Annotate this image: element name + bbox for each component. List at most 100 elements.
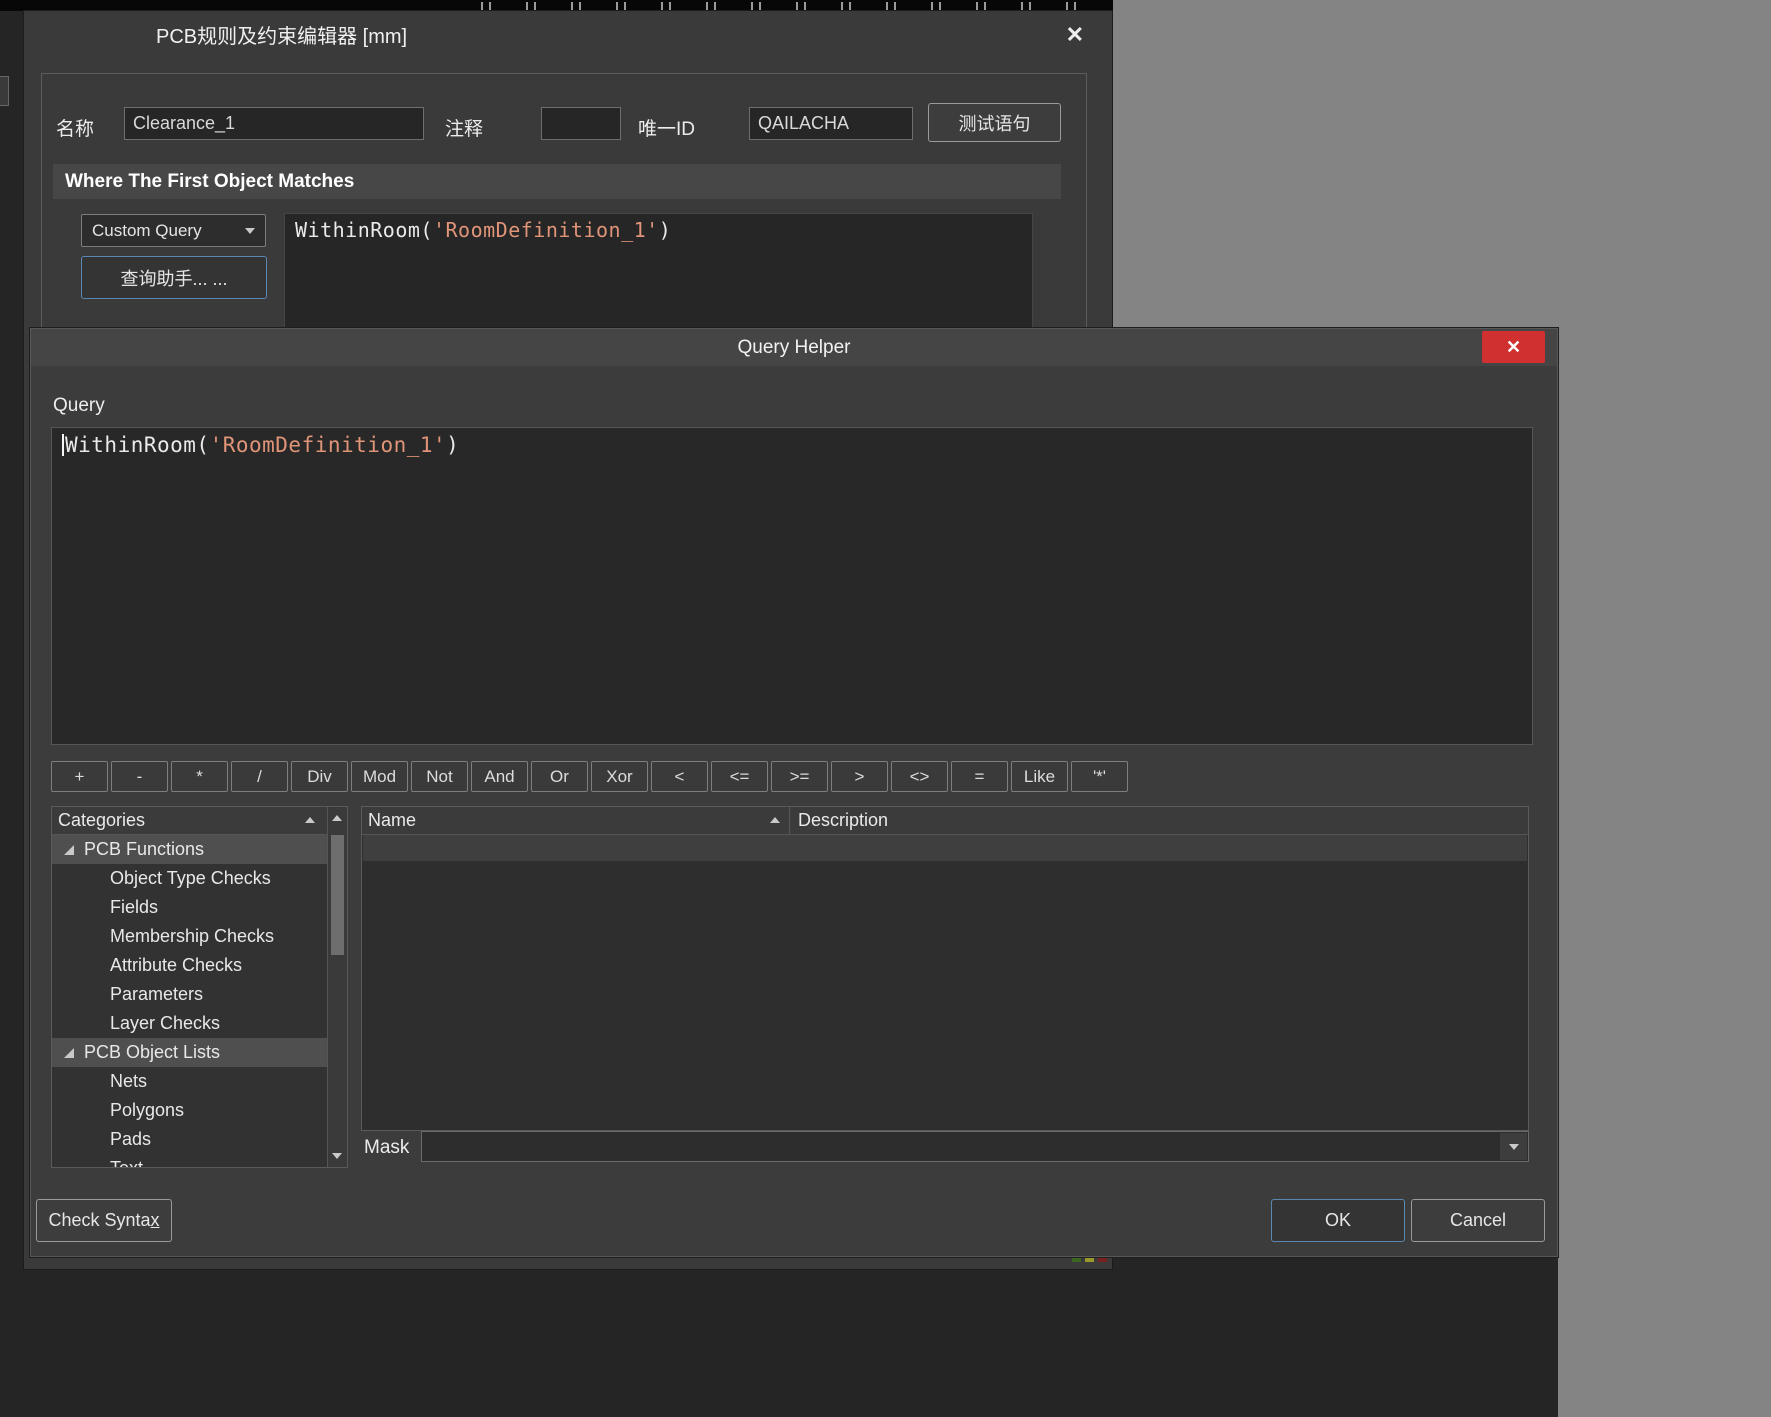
operator-divide-button[interactable]: / bbox=[231, 761, 288, 792]
category-label: Pads bbox=[110, 1129, 151, 1150]
categories-panel: Categories PCB Functions Object Type Che… bbox=[51, 806, 348, 1168]
category-label: Attribute Checks bbox=[110, 955, 242, 976]
scrollbar-thumb[interactable] bbox=[331, 835, 344, 955]
expanded-node-icon[interactable] bbox=[64, 845, 74, 855]
operator-gt-button[interactable]: > bbox=[831, 761, 888, 792]
operator-plus-button[interactable]: + bbox=[51, 761, 108, 792]
test-query-button[interactable]: 测试语句 bbox=[928, 103, 1061, 142]
results-selected-row[interactable] bbox=[363, 835, 1527, 861]
category-item-text-clipped[interactable]: Text bbox=[52, 1154, 327, 1168]
first-object-matches-header: Where The First Object Matches bbox=[53, 164, 1061, 199]
operator-ge-button[interactable]: >= bbox=[771, 761, 828, 792]
query-label: Query bbox=[53, 395, 105, 417]
results-header-row: Name Description bbox=[362, 807, 1528, 835]
dialog-close-button[interactable]: ✕ bbox=[1482, 331, 1545, 363]
chevron-down-icon bbox=[245, 228, 255, 234]
column-divider[interactable] bbox=[789, 807, 790, 834]
cancel-button[interactable]: Cancel bbox=[1411, 1199, 1545, 1242]
name-input[interactable] bbox=[124, 107, 424, 140]
query-helper-title: Query Helper bbox=[31, 329, 1557, 366]
categories-scrollbar[interactable] bbox=[327, 807, 347, 1167]
operator-not-button[interactable]: Not bbox=[411, 761, 468, 792]
categories-header-label: Categories bbox=[58, 810, 145, 830]
categories-header[interactable]: Categories bbox=[52, 807, 347, 835]
category-label: Text bbox=[110, 1158, 143, 1168]
sort-ascending-icon bbox=[770, 817, 780, 823]
clipped-toolbar-icons bbox=[455, 2, 1105, 10]
sort-ascending-icon bbox=[305, 817, 315, 823]
name-column-header[interactable]: Name bbox=[368, 807, 416, 834]
test-query-button-label: 测试语句 bbox=[959, 110, 1031, 136]
operator-wildcard-button[interactable]: '*' bbox=[1071, 761, 1128, 792]
operator-lt-button[interactable]: < bbox=[651, 761, 708, 792]
category-item-pcb-functions[interactable]: PCB Functions bbox=[52, 835, 327, 864]
operator-and-button[interactable]: And bbox=[471, 761, 528, 792]
category-item-object-type-checks[interactable]: Object Type Checks bbox=[52, 864, 327, 893]
operator-ne-button[interactable]: <> bbox=[891, 761, 948, 792]
chevron-down-icon bbox=[1509, 1144, 1519, 1150]
query-string-text: 'RoomDefinition_1' bbox=[210, 433, 447, 457]
query-helper-title-bar[interactable]: Query Helper ✕ bbox=[31, 329, 1557, 366]
scroll-down-icon[interactable] bbox=[332, 1153, 342, 1159]
query-string-text: 'RoomDefinition_1' bbox=[433, 218, 659, 242]
operator-mod-button[interactable]: Mod bbox=[351, 761, 408, 792]
category-item-layer-checks[interactable]: Layer Checks bbox=[52, 1009, 327, 1038]
results-panel: Name Description bbox=[361, 806, 1529, 1131]
description-column-header[interactable]: Description bbox=[798, 807, 888, 834]
operator-eq-button[interactable]: = bbox=[951, 761, 1008, 792]
category-item-pads[interactable]: Pads bbox=[52, 1125, 327, 1154]
operator-multiply-button[interactable]: * bbox=[171, 761, 228, 792]
desktop-gray-top bbox=[1113, 0, 1771, 328]
cancel-label: Cancel bbox=[1450, 1210, 1506, 1231]
comment-input[interactable] bbox=[541, 107, 621, 140]
check-syntax-accelerator: x bbox=[151, 1210, 160, 1231]
category-label: Fields bbox=[110, 897, 158, 918]
window-close-icon[interactable]: ✕ bbox=[1066, 22, 1084, 48]
category-label: Polygons bbox=[110, 1100, 184, 1121]
category-item-fields[interactable]: Fields bbox=[52, 893, 327, 922]
category-label: Membership Checks bbox=[110, 926, 274, 947]
category-item-pcb-object-lists[interactable]: PCB Object Lists bbox=[52, 1038, 327, 1067]
scroll-up-icon[interactable] bbox=[332, 815, 342, 821]
category-label: Nets bbox=[110, 1071, 147, 1092]
editor-scope-query-display[interactable]: WithinRoom('RoomDefinition_1') bbox=[284, 213, 1033, 333]
unique-id-input[interactable] bbox=[749, 107, 913, 140]
operator-minus-button[interactable]: - bbox=[111, 761, 168, 792]
operator-toolbar: + - * / Div Mod Not And Or Xor < <= >= >… bbox=[51, 761, 1128, 792]
category-item-nets[interactable]: Nets bbox=[52, 1067, 327, 1096]
text-caret bbox=[62, 434, 64, 456]
section-header-label: Where The First Object Matches bbox=[65, 171, 354, 192]
scope-type-value: Custom Query bbox=[92, 221, 245, 241]
unique-id-label: 唯一ID bbox=[638, 114, 695, 141]
mask-combobox[interactable] bbox=[421, 1131, 1529, 1162]
check-syntax-label: Check Synta bbox=[48, 1210, 150, 1231]
category-item-polygons[interactable]: Polygons bbox=[52, 1096, 327, 1125]
expanded-node-icon[interactable] bbox=[64, 1048, 74, 1058]
category-item-parameters[interactable]: Parameters bbox=[52, 980, 327, 1009]
ok-button[interactable]: OK bbox=[1271, 1199, 1405, 1242]
operator-or-button[interactable]: Or bbox=[531, 761, 588, 792]
operator-like-button[interactable]: Like bbox=[1011, 761, 1068, 792]
query-helper-button[interactable]: 查询助手... ... bbox=[81, 256, 267, 299]
query-editor-area[interactable]: WithinRoom('RoomDefinition_1') bbox=[51, 427, 1533, 745]
category-label: Parameters bbox=[110, 984, 203, 1005]
category-label: PCB Functions bbox=[84, 839, 204, 860]
operator-xor-button[interactable]: Xor bbox=[591, 761, 648, 792]
category-item-membership-checks[interactable]: Membership Checks bbox=[52, 922, 327, 951]
categories-list: PCB Functions Object Type Checks Fields … bbox=[52, 835, 327, 1167]
desktop-gray-right bbox=[1558, 328, 1771, 1417]
editor-window-title: PCB规则及约束编辑器 [mm] bbox=[156, 11, 407, 63]
query-close-paren: ) bbox=[446, 433, 459, 457]
scope-type-dropdown[interactable]: Custom Query bbox=[81, 214, 266, 247]
operator-le-button[interactable]: <= bbox=[711, 761, 768, 792]
operator-div-button[interactable]: Div bbox=[291, 761, 348, 792]
editor-title-bar[interactable]: PCB规则及约束编辑器 [mm] ✕ bbox=[24, 11, 1112, 63]
category-item-attribute-checks[interactable]: Attribute Checks bbox=[52, 951, 327, 980]
category-label: Layer Checks bbox=[110, 1013, 220, 1034]
comment-label: 注释 bbox=[445, 114, 483, 141]
mask-label: Mask bbox=[364, 1137, 409, 1159]
side-panel-tab bbox=[0, 76, 9, 106]
mask-dropdown-button[interactable] bbox=[1500, 1133, 1527, 1160]
check-syntax-button[interactable]: Check Syntax bbox=[36, 1199, 172, 1242]
name-label: 名称 bbox=[56, 114, 94, 141]
